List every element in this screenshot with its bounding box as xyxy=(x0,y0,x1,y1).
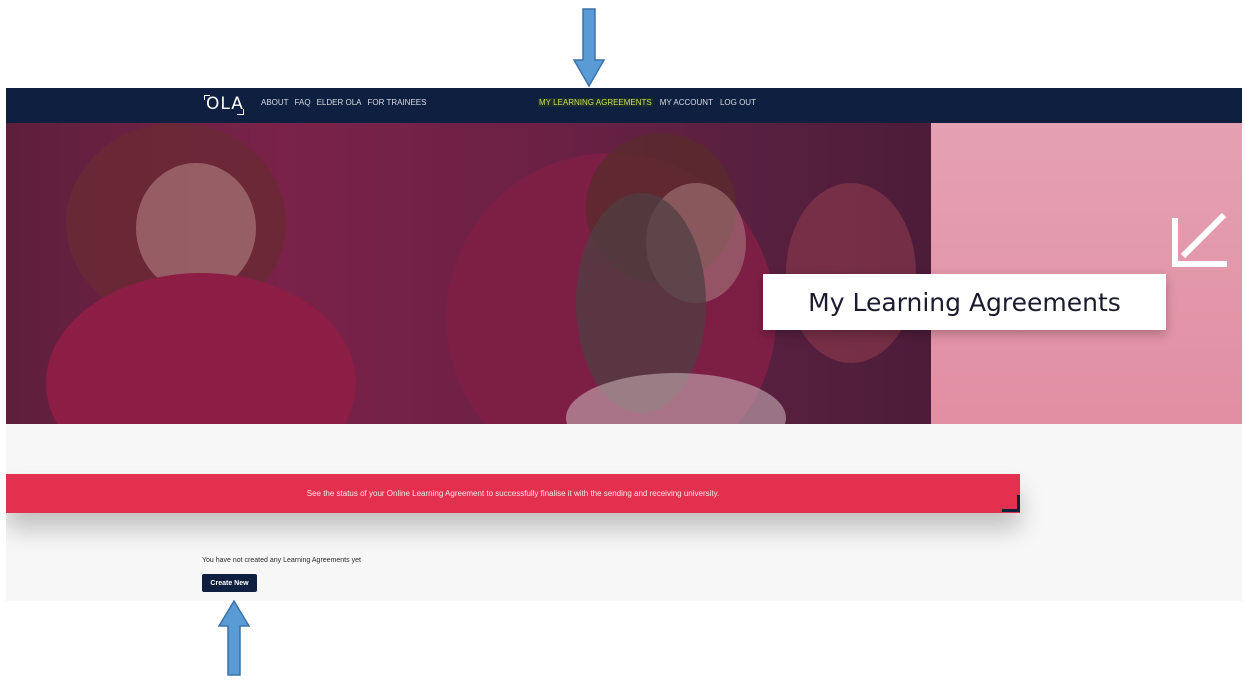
down-arrow-annotation xyxy=(572,8,606,88)
nav-item-about[interactable]: ABOUT xyxy=(261,98,289,107)
logo-bracket-bottom xyxy=(237,109,244,115)
arrow-down-left-icon xyxy=(1172,212,1227,267)
up-arrow-annotation xyxy=(217,600,251,676)
status-banner: See the status of your Online Learning A… xyxy=(6,474,1020,513)
nav-item-my-account[interactable]: MY ACCOUNT xyxy=(660,98,713,107)
nav-item-faq[interactable]: FAQ xyxy=(295,98,311,107)
hero-section: My Learning Agreements xyxy=(6,123,1242,424)
nav-left-group: ABOUT FAQ ELDER OLA FOR TRAINEES xyxy=(261,98,426,107)
empty-state-message: You have not created any Learning Agreem… xyxy=(202,557,361,564)
banner-text: See the status of your Online Learning A… xyxy=(306,489,720,498)
page-frame: OLA ABOUT FAQ ELDER OLA FOR TRAINEES MY … xyxy=(6,88,1242,601)
nav-item-log-out[interactable]: LOG OUT xyxy=(720,98,756,107)
top-navbar: OLA ABOUT FAQ ELDER OLA FOR TRAINEES MY … xyxy=(6,88,1242,123)
nav-item-my-learning-agreements[interactable]: MY LEARNING AGREEMENTS xyxy=(538,98,653,107)
hero-title-box: My Learning Agreements xyxy=(763,274,1166,330)
banner-corner-decoration xyxy=(1002,495,1020,512)
nav-item-for-trainees[interactable]: FOR TRAINEES xyxy=(367,98,426,107)
create-new-button[interactable]: Create New xyxy=(202,574,257,592)
page-title: My Learning Agreements xyxy=(808,287,1121,317)
nav-item-elder-ola[interactable]: ELDER OLA xyxy=(317,98,362,107)
nav-right-group: MY LEARNING AGREEMENTS MY ACCOUNT LOG OU… xyxy=(538,98,756,107)
